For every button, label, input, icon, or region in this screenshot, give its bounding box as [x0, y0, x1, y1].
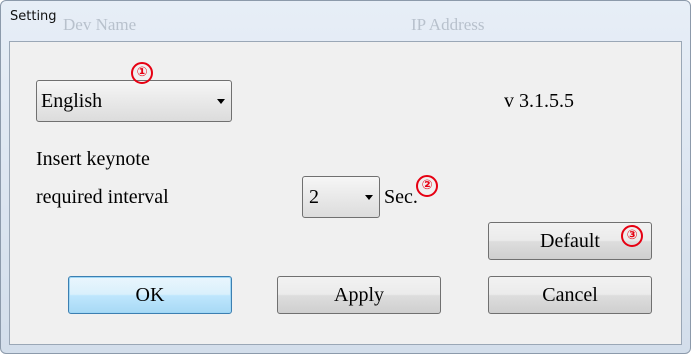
background-header-ip-address: IP Address: [411, 15, 485, 34]
interval-unit-label: Sec.: [384, 186, 418, 208]
annotation-marker-2: ②: [416, 175, 438, 197]
annotation-marker-1: ①: [131, 62, 153, 84]
cancel-button[interactable]: Cancel: [488, 276, 652, 314]
dialog-title: Setting: [10, 9, 57, 24]
background-header-dev-name: Dev Name: [63, 15, 137, 34]
title-bar[interactable]: Dev Name IP Address Setting: [1, 1, 690, 41]
settings-dialog: Dev Name IP Address Setting English v 3.…: [0, 0, 691, 354]
annotation-marker-3: ③: [621, 225, 643, 247]
chevron-down-icon: [217, 99, 225, 104]
chevron-down-icon: [365, 195, 373, 200]
version-label: v 3.1.5.5: [504, 90, 574, 112]
interval-select-value: 2: [309, 186, 319, 208]
language-select-value: English: [41, 90, 103, 112]
language-select[interactable]: English: [36, 80, 232, 122]
apply-button-label: Apply: [334, 284, 384, 306]
cancel-button-label: Cancel: [542, 284, 598, 306]
ok-button[interactable]: OK: [68, 276, 232, 314]
apply-button[interactable]: Apply: [277, 276, 441, 314]
default-button-label: Default: [540, 230, 600, 252]
keynote-label-line2: required interval: [36, 186, 169, 208]
dialog-body: English v 3.1.5.5 Insert keynote require…: [9, 41, 682, 345]
keynote-label-line1: Insert keynote: [36, 148, 150, 170]
interval-select[interactable]: 2: [302, 176, 380, 218]
ok-button-label: OK: [135, 284, 165, 306]
